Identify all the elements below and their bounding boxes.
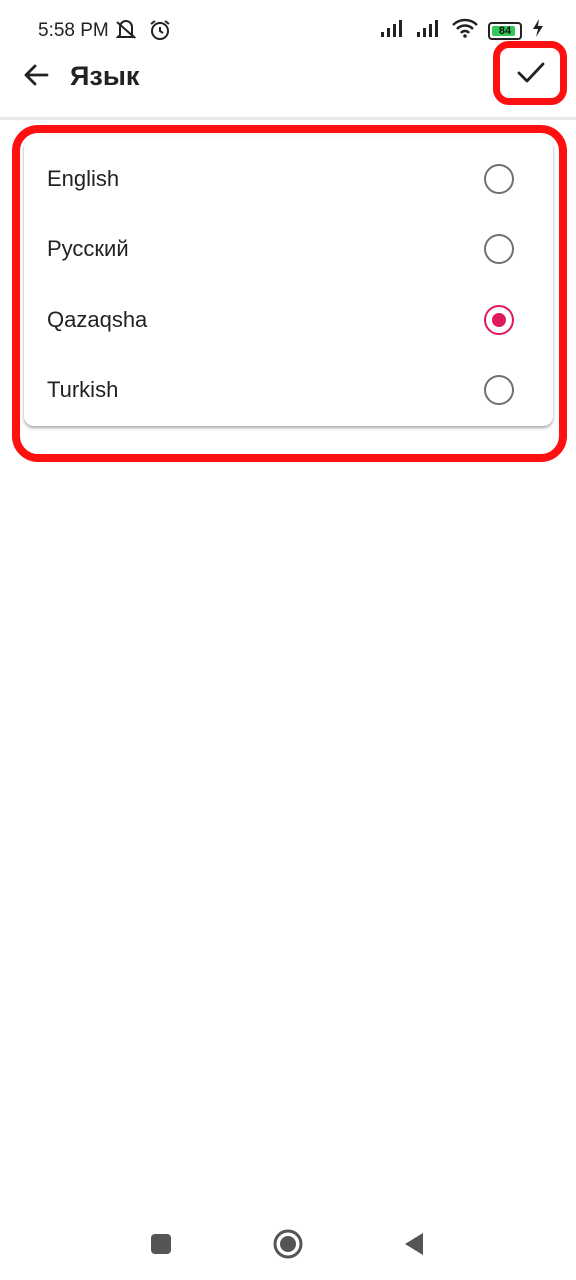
system-back-button[interactable] — [392, 1224, 436, 1268]
status-time: 5:58 PM — [38, 20, 109, 41]
status-icons-left — [114, 18, 172, 47]
alarm-icon — [148, 18, 172, 47]
back-triangle-icon — [402, 1231, 426, 1262]
language-option-russian[interactable]: Русский — [24, 214, 553, 284]
page-title: Язык — [70, 61, 140, 91]
signal-icon — [416, 18, 442, 43]
language-list: English Русский Qazaqsha Turkish — [24, 138, 553, 426]
recents-button[interactable] — [139, 1224, 183, 1268]
vibrate-off-icon — [114, 18, 138, 47]
radio-button[interactable] — [484, 375, 514, 405]
signal-icon — [380, 18, 406, 43]
arrow-left-icon — [22, 61, 50, 94]
battery-level: 84 — [498, 24, 512, 37]
radio-selected-dot — [492, 313, 506, 327]
language-label: English — [47, 166, 120, 191]
language-option-qazaqsha[interactable]: Qazaqsha — [24, 285, 553, 355]
wifi-icon — [452, 18, 478, 43]
checkmark-icon — [516, 58, 546, 93]
language-label: Turkish — [47, 377, 119, 402]
language-option-turkish[interactable]: Turkish — [24, 355, 553, 425]
language-label: Русский — [47, 236, 129, 261]
home-circle-icon — [272, 1228, 304, 1265]
app-bar-divider — [0, 117, 576, 120]
radio-button[interactable] — [484, 164, 514, 194]
home-button[interactable] — [266, 1224, 310, 1268]
recents-square-icon — [149, 1232, 173, 1261]
radio-button-selected[interactable] — [484, 305, 514, 335]
battery-icon: 84 — [488, 21, 522, 40]
app-bar: Язык — [0, 60, 576, 118]
confirm-button[interactable] — [496, 40, 566, 110]
status-bar: 5:58 PM 84 — [0, 0, 576, 60]
back-button[interactable] — [14, 60, 58, 94]
language-option-english[interactable]: English — [24, 144, 553, 214]
navigation-bar — [0, 1210, 576, 1280]
radio-button[interactable] — [484, 234, 514, 264]
language-label: Qazaqsha — [47, 307, 148, 332]
